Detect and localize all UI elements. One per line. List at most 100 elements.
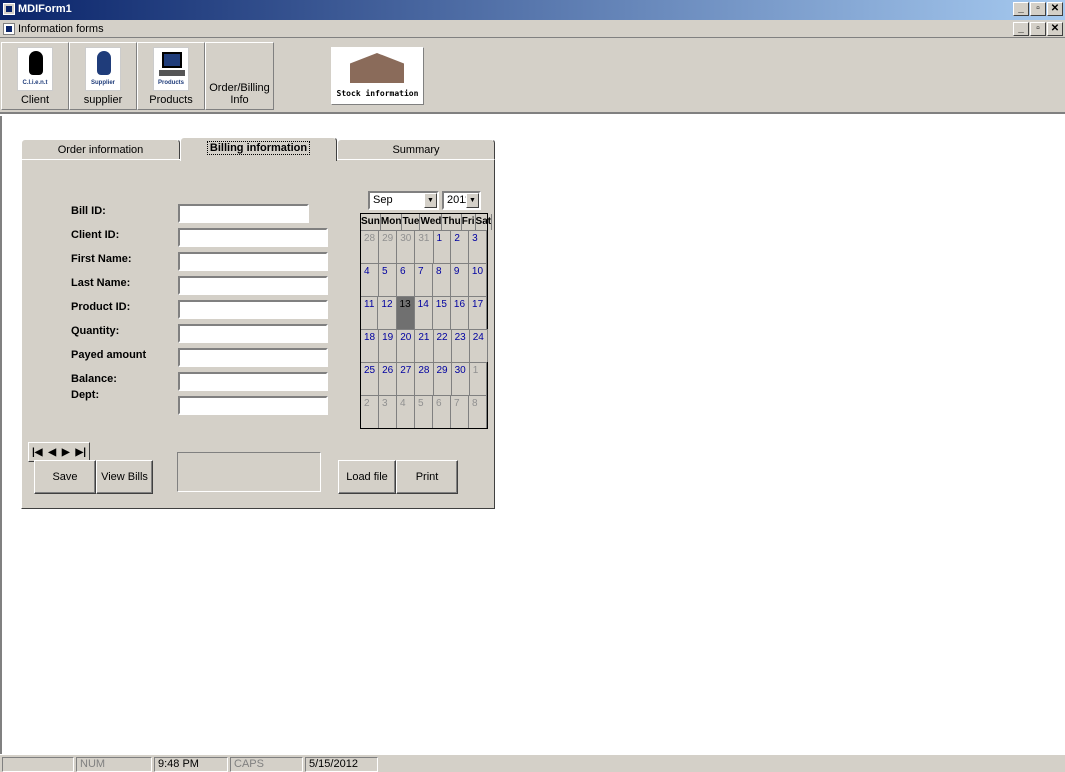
day-of-week-wed: Wed: [420, 214, 443, 230]
save-button[interactable]: Save: [34, 460, 96, 494]
num-lock-indicator: NUM: [76, 757, 152, 772]
child-minimize-button[interactable]: _: [1013, 22, 1029, 36]
calendar-day[interactable]: 17: [469, 296, 488, 329]
product-id-label: Product ID:: [71, 301, 131, 313]
calendar-day[interactable]: 23: [451, 329, 470, 362]
calendar-day-selected[interactable]: 13: [396, 296, 415, 329]
calendar-day[interactable]: 14: [414, 296, 433, 329]
calendar-day[interactable]: 31: [415, 230, 434, 263]
close-button[interactable]: ✕: [1047, 2, 1063, 16]
calendar-day[interactable]: 28: [361, 230, 380, 263]
calendar-day[interactable]: 30: [451, 362, 470, 395]
calendar-day[interactable]: 7: [414, 263, 433, 296]
month-select[interactable]: Sep ▼: [368, 191, 439, 210]
calendar-day[interactable]: 6: [396, 263, 415, 296]
child-close-button[interactable]: ✕: [1047, 22, 1063, 36]
calendar-week: 28 29 30 31 1 2 3: [361, 230, 487, 263]
day-of-week-sat: Sat: [476, 214, 493, 230]
dept-label: Dept:: [71, 389, 100, 401]
calendar-day[interactable]: 15: [432, 296, 451, 329]
calendar-day[interactable]: 1: [433, 230, 452, 263]
tab-content: Bill ID: Client ID: First Name: Last Nam…: [21, 159, 495, 509]
previous-record-button[interactable]: ◀: [48, 447, 56, 458]
calendar-day[interactable]: 29: [379, 230, 398, 263]
calendar-day[interactable]: 25: [361, 362, 380, 395]
calendar-day[interactable]: 4: [397, 395, 415, 428]
calendar-day[interactable]: 11: [361, 296, 379, 329]
first-name-label: First Name:: [71, 253, 132, 265]
quantity-field[interactable]: [178, 324, 328, 343]
calendar-day[interactable]: 24: [469, 329, 488, 362]
status-panel-blank: [2, 757, 74, 772]
view-bills-button[interactable]: View Bills: [96, 460, 153, 494]
order-billing-button[interactable]: Order/Billing Info: [205, 42, 274, 110]
print-button[interactable]: Print: [396, 460, 458, 494]
calendar-day[interactable]: 6: [433, 395, 451, 428]
minimize-button[interactable]: _: [1013, 2, 1029, 16]
calendar-day[interactable]: 19: [379, 329, 398, 362]
supplier-button[interactable]: Supplier supplier: [69, 42, 137, 110]
calendar-day[interactable]: 9: [450, 263, 469, 296]
calendar-day[interactable]: 2: [361, 395, 379, 428]
day-of-week-tue: Tue: [402, 214, 421, 230]
app-icon: [3, 3, 15, 15]
products-button[interactable]: Products Products: [137, 42, 205, 110]
stock-information-label: Stock information: [336, 89, 419, 98]
calendar-day[interactable]: 8: [432, 263, 451, 296]
client-button[interactable]: C.l.i.e.n.t Client: [1, 42, 69, 110]
calendar-day[interactable]: 7: [451, 395, 469, 428]
year-select[interactable]: 2011 ▼: [442, 191, 481, 210]
next-record-button[interactable]: ▶: [62, 447, 70, 458]
calendar-day[interactable]: 5: [378, 263, 397, 296]
payed-amount-field[interactable]: [178, 348, 328, 367]
products-icon: Products: [153, 47, 189, 91]
date: 5/15/2012: [305, 757, 378, 772]
calendar-day[interactable]: 8: [469, 395, 487, 428]
client-id-field[interactable]: [178, 228, 328, 247]
first-record-button[interactable]: |◀: [32, 447, 43, 458]
balance-field[interactable]: [178, 372, 328, 391]
calendar-day[interactable]: 30: [397, 230, 416, 263]
bill-id-field[interactable]: [178, 204, 309, 223]
status-bar: NUM 9:48 PM CAPS 5/15/2012: [0, 754, 1065, 772]
tab-order-information[interactable]: Order information: [21, 139, 180, 159]
calendar-day[interactable]: 28: [415, 362, 434, 395]
child-window-icon: [3, 23, 15, 35]
calendar-day[interactable]: 27: [397, 362, 416, 395]
chevron-down-icon: ▼: [466, 193, 479, 208]
products-button-label: Products: [149, 94, 193, 106]
tab-billing-information[interactable]: Billing information: [180, 137, 337, 161]
last-record-button[interactable]: ▶|: [76, 447, 87, 458]
last-name-label: Last Name:: [71, 277, 131, 289]
calendar-day[interactable]: 12: [378, 296, 397, 329]
calendar-day[interactable]: 3: [469, 230, 487, 263]
day-of-week-thu: Thu: [442, 214, 462, 230]
calendar-day[interactable]: 5: [415, 395, 433, 428]
calendar-day[interactable]: 20: [397, 329, 416, 362]
calendar-day[interactable]: 22: [433, 329, 452, 362]
tab-summary[interactable]: Summary: [337, 139, 495, 159]
calendar-day[interactable]: 16: [450, 296, 470, 329]
calendar-day[interactable]: 18: [361, 329, 380, 362]
calendar-day[interactable]: 26: [379, 362, 398, 395]
first-name-field[interactable]: [178, 252, 328, 271]
client-icon: C.l.i.e.n.t: [17, 47, 53, 91]
dept-field[interactable]: [178, 396, 328, 415]
load-file-button[interactable]: Load file: [338, 460, 396, 494]
day-of-week-mon: Mon: [381, 214, 403, 230]
calendar-day[interactable]: 3: [379, 395, 397, 428]
calendar-day[interactable]: 21: [415, 329, 434, 362]
calendar-day[interactable]: 2: [451, 230, 470, 263]
stock-information-button[interactable]: Stock information: [331, 47, 424, 105]
calendar-day[interactable]: 4: [361, 263, 379, 296]
last-name-field[interactable]: [178, 276, 328, 295]
warehouse-icon: [350, 53, 404, 83]
calendar-day[interactable]: 1: [469, 362, 487, 395]
supplier-button-label: supplier: [83, 94, 123, 106]
balance-label: Balance:: [71, 373, 117, 385]
maximize-button[interactable]: ▫: [1030, 2, 1046, 16]
child-restore-button[interactable]: ▫: [1030, 22, 1046, 36]
product-id-field[interactable]: [178, 300, 328, 319]
calendar-day[interactable]: 29: [433, 362, 452, 395]
calendar-day[interactable]: 10: [468, 263, 488, 296]
